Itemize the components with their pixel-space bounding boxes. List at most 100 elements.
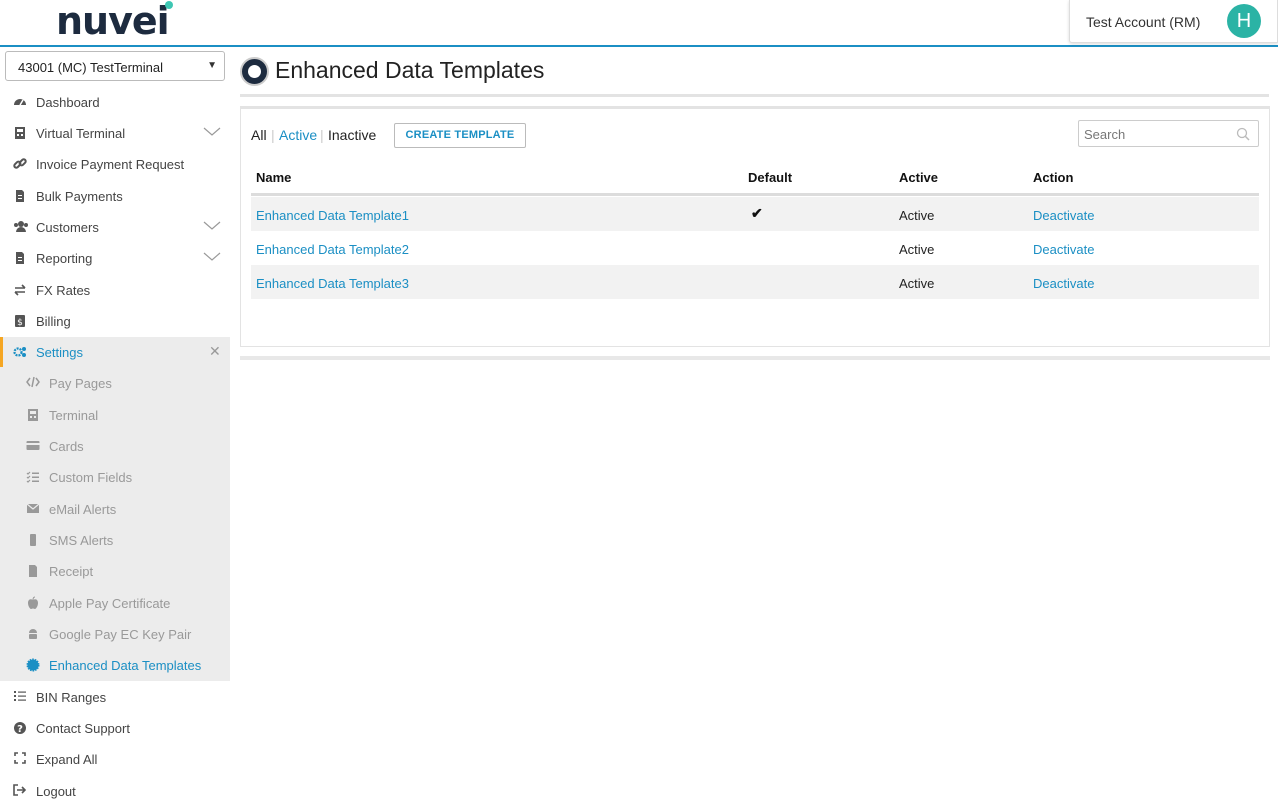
settings-submenu: Pay Pages Terminal Cards Custom Fields e…	[0, 367, 230, 681]
filter-separator: |	[271, 127, 275, 143]
submenu-item-apple-pay-certificate[interactable]: Apple Pay Certificate	[0, 588, 230, 619]
badge-icon	[26, 658, 40, 672]
sidebar-item-label: Billing	[36, 314, 71, 329]
column-header-name[interactable]: Name	[256, 170, 291, 185]
filter-inactive[interactable]: Inactive	[328, 127, 376, 143]
sidebar-item-contact-support[interactable]: ? Contact Support	[0, 713, 230, 744]
table-row: Enhanced Data Template2 Active Deactivat…	[251, 231, 1259, 265]
title-divider	[240, 94, 1269, 97]
apple-icon	[26, 596, 40, 610]
dashboard-icon	[13, 95, 27, 109]
account-menu[interactable]: Test Account (RM) H	[1069, 0, 1278, 43]
template-name-link[interactable]: Enhanced Data Template2	[256, 242, 409, 257]
filter-separator: |	[320, 127, 324, 143]
submenu-item-cards[interactable]: Cards	[0, 431, 230, 462]
sidebar-item-customers[interactable]: Customers	[0, 212, 230, 243]
search-box	[1078, 120, 1259, 147]
terminal-select-value: 43001 (MC) TestTerminal	[18, 60, 163, 75]
deactivate-link[interactable]: Deactivate	[1033, 276, 1094, 291]
caret-down-icon: ▼	[207, 60, 217, 71]
sidebar-item-logout[interactable]: Logout	[0, 776, 230, 807]
status-text: Active	[899, 242, 935, 257]
sidebar-item-label: BIN Ranges	[36, 690, 107, 705]
deactivate-link[interactable]: Deactivate	[1033, 242, 1094, 257]
sidebar-item-expand-all[interactable]: Expand All	[0, 744, 230, 775]
submenu-item-email-alerts[interactable]: eMail Alerts	[0, 494, 230, 525]
sidebar-item-bin-ranges[interactable]: BIN Ranges	[0, 682, 230, 713]
search-icon[interactable]	[1236, 127, 1250, 141]
sidebar-item-label: FX Rates	[36, 283, 91, 298]
submenu-item-enhanced-data-templates[interactable]: Enhanced Data Templates	[0, 650, 230, 681]
column-header-active[interactable]: Active	[899, 170, 938, 185]
logout-icon	[13, 784, 27, 798]
submenu-item-label: Apple Pay Certificate	[49, 596, 171, 611]
sidebar-item-label: Reporting	[36, 251, 93, 266]
svg-text:$: $	[17, 318, 23, 328]
template-name-link[interactable]: Enhanced Data Template1	[256, 208, 409, 223]
terminal-select[interactable]: 43001 (MC) TestTerminal ▼	[5, 51, 225, 81]
checklist-icon	[26, 470, 40, 484]
sidebar-item-dashboard[interactable]: Dashboard	[0, 87, 230, 118]
envelope-icon	[26, 502, 40, 516]
filter-all[interactable]: All	[251, 127, 267, 143]
chevron-down-icon[interactable]	[202, 219, 222, 233]
chevron-down-icon[interactable]	[202, 125, 222, 139]
deactivate-link[interactable]: Deactivate	[1033, 208, 1094, 223]
submenu-item-label: Receipt	[49, 564, 94, 579]
submenu-item-sms-alerts[interactable]: SMS Alerts	[0, 525, 230, 556]
close-icon[interactable]: ✕	[209, 343, 221, 360]
sidebar-item-label: Bulk Payments	[36, 189, 123, 204]
search-input[interactable]	[1084, 125, 1234, 143]
chevron-down-icon[interactable]	[202, 250, 222, 264]
code-icon	[26, 376, 40, 390]
submenu-item-receipt[interactable]: Receipt	[0, 556, 230, 587]
sidebar-item-label: Customers	[36, 220, 99, 235]
dollar-icon: $	[13, 314, 27, 328]
submenu-item-label: Google Pay EC Key Pair	[49, 627, 192, 642]
card-icon	[26, 439, 40, 453]
sidebar-item-label: Contact Support	[36, 721, 130, 736]
panel-bottom-divider	[240, 356, 1270, 360]
column-header-action[interactable]: Action	[1033, 170, 1073, 185]
column-header-default[interactable]: Default	[748, 170, 792, 185]
account-name[interactable]: Test Account (RM)	[1086, 14, 1200, 30]
sidebar-item-label: Invoice Payment Request	[36, 157, 185, 172]
svg-text:?: ?	[17, 724, 23, 735]
gears-icon	[13, 345, 27, 359]
nuvei-logo[interactable]: nuvei	[56, 0, 170, 42]
users-icon	[13, 220, 28, 234]
submenu-item-label: Enhanced Data Templates	[49, 658, 202, 673]
submenu-item-custom-fields[interactable]: Custom Fields	[0, 462, 230, 493]
document-icon	[26, 564, 40, 578]
sidebar-item-label: Virtual Terminal	[36, 126, 126, 141]
table-header-divider	[251, 193, 1259, 196]
sidebar-item-reporting[interactable]: Reporting	[0, 243, 230, 274]
sidebar-item-virtual-terminal[interactable]: Virtual Terminal	[0, 118, 230, 149]
sidebar-item-settings[interactable]: Settings ✕	[0, 337, 230, 368]
sidebar-item-bulk-payments[interactable]: Bulk Payments	[0, 181, 230, 212]
submenu-item-label: Custom Fields	[49, 470, 133, 485]
submenu-item-pay-pages[interactable]: Pay Pages	[0, 368, 230, 399]
submenu-item-label: Cards	[49, 439, 84, 454]
submenu-item-google-pay-ec-key-pair[interactable]: Google Pay EC Key Pair	[0, 619, 230, 650]
file-icon	[13, 189, 27, 203]
sidebar-item-fx-rates[interactable]: FX Rates	[0, 275, 230, 306]
create-template-button[interactable]: CREATE TEMPLATE	[394, 123, 526, 148]
avatar[interactable]: H	[1227, 4, 1261, 38]
sidebar-item-invoice-payment-request[interactable]: Invoice Payment Request	[0, 149, 230, 180]
report-icon	[13, 251, 27, 265]
question-icon: ?	[13, 721, 27, 735]
template-name-link[interactable]: Enhanced Data Template3	[256, 276, 409, 291]
submenu-item-label: Pay Pages	[49, 376, 112, 391]
calculator-icon	[13, 126, 27, 140]
submenu-item-label: eMail Alerts	[49, 502, 117, 517]
filter-active[interactable]: Active	[279, 127, 317, 143]
sidebar-item-billing[interactable]: $ Billing	[0, 306, 230, 337]
sidebar-item-label: Settings	[36, 345, 83, 360]
default-checkmark-icon: ✔	[751, 205, 763, 221]
submenu-item-terminal[interactable]: Terminal	[0, 400, 230, 431]
top-header: nuvei Test Account (RM) H	[0, 0, 1278, 47]
table-row: Enhanced Data Template1 ✔ Active Deactiv…	[251, 197, 1259, 231]
phone-icon	[26, 533, 40, 547]
table-row: Enhanced Data Template3 Active Deactivat…	[251, 265, 1259, 299]
